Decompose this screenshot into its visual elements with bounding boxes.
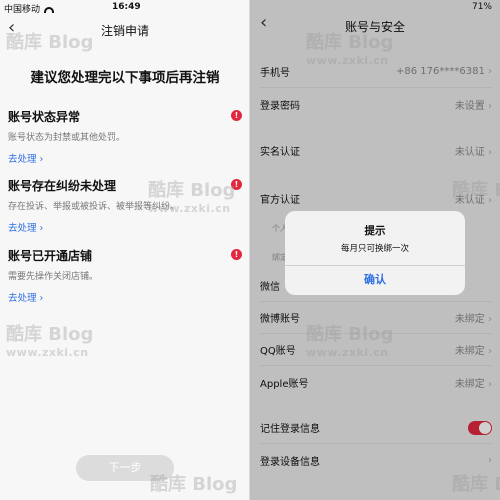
cancel-account-screen: 中国移动 16:49 ‹ 注销申请 建议您处理完以下事项后再注销 账号状态异常 … xyxy=(0,0,250,500)
status-bar: 中国移动 16:49 xyxy=(0,0,250,15)
section-desc: 存在投诉、举报或被投诉、被举报等纠纷。 xyxy=(8,202,180,212)
warning-icon: ! xyxy=(231,249,242,260)
confirm-button[interactable]: 确认 xyxy=(285,265,465,295)
carrier-label: 中国移动 xyxy=(4,2,55,15)
clock: 16:49 xyxy=(112,2,141,12)
section-shop: 账号已开通店铺 ! 需要先操作关闭店铺。 去处理 › xyxy=(8,247,242,304)
section-title: 账号存在纠纷未处理 xyxy=(8,179,117,193)
page-title: 注销申请 xyxy=(100,24,149,38)
handle-link[interactable]: 去处理 › xyxy=(8,290,242,304)
warning-icon: ! xyxy=(231,110,242,121)
navbar: ‹ 注销申请 xyxy=(0,18,250,40)
dialog-title: 提示 xyxy=(364,225,386,237)
dialog-message: 每月只可换绑一次 xyxy=(340,244,409,254)
next-step-button[interactable]: 下一步 xyxy=(76,455,174,481)
section-desc: 账号状态为封禁或其他处罚。 xyxy=(8,133,126,143)
wifi-icon xyxy=(44,7,55,13)
section-abnormal-status: 账号状态异常 ! 账号状态为封禁或其他处罚。 去处理 › xyxy=(8,108,242,165)
section-desc: 需要先操作关闭店铺。 xyxy=(8,272,99,282)
section-dispute: 账号存在纠纷未处理 ! 存在投诉、举报或被投诉、被举报等纠纷。 去处理 › xyxy=(8,177,242,234)
section-title: 账号状态异常 xyxy=(8,110,81,124)
headline: 建议您处理完以下事项后再注销 xyxy=(30,70,220,86)
alert-dialog: 提示 每月只可换绑一次 确认 xyxy=(285,211,465,295)
warning-icon: ! xyxy=(231,179,242,190)
section-title: 账号已开通店铺 xyxy=(8,249,93,263)
handle-link[interactable]: 去处理 › xyxy=(8,220,242,234)
handle-link[interactable]: 去处理 › xyxy=(8,151,242,165)
